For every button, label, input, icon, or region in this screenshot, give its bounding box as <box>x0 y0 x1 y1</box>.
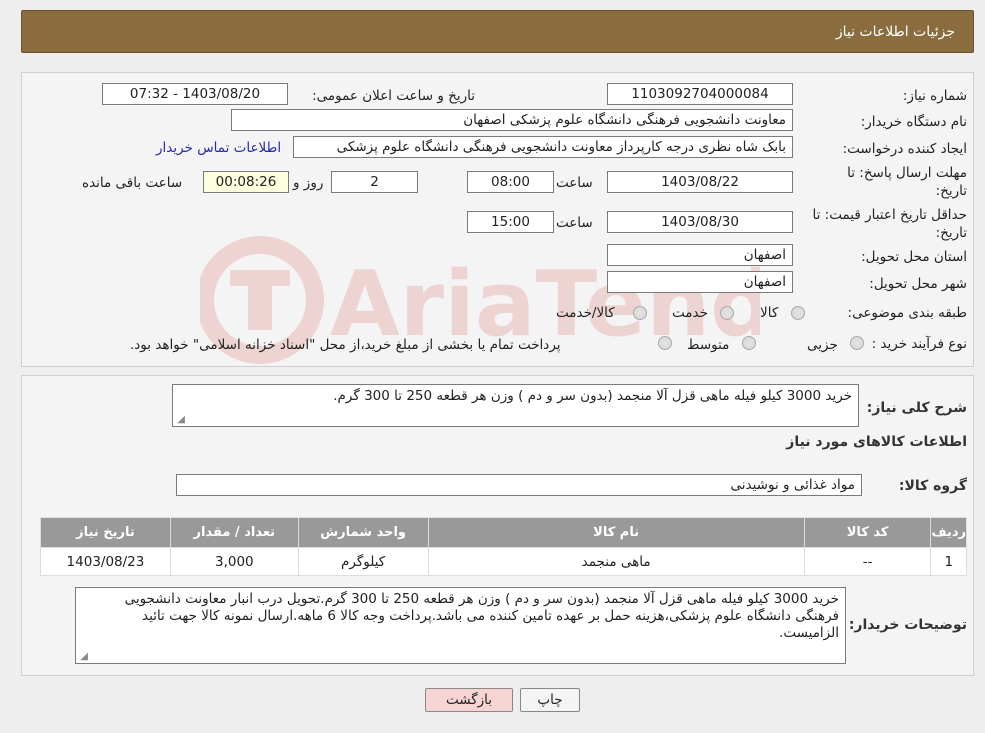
buyer-notes-text: خرید 3000 کیلو فیله ماهی قزل آلا منجمد (… <box>124 591 839 641</box>
cell-goods-name: ماهی منجمد <box>427 547 805 576</box>
days-field[interactable]: 2 <box>331 171 418 193</box>
deadline-date-field[interactable]: 1403/08/22 <box>607 171 793 193</box>
page-title: جزئیات اطلاعات نیاز <box>835 24 955 40</box>
category-option-service: خدمت <box>672 305 708 321</box>
table-header-row: ردیف کد کالا نام کالا واحد شمارش تعداد /… <box>40 517 967 548</box>
col-header-goods-name: نام کالا <box>427 517 805 548</box>
col-header-need-date: تاریخ نیاز <box>40 517 171 548</box>
process-option-minor: جزیی <box>807 337 838 353</box>
cell-row-number: 1 <box>930 547 967 576</box>
print-button[interactable]: چاپ <box>520 688 580 712</box>
cell-goods-code: -- <box>803 547 932 576</box>
deadline-label: مهلت ارسال پاسخ: تا <box>847 165 967 181</box>
validity-label: حداقل تاریخ اعتبار قیمت: تا <box>812 207 967 223</box>
page-header: جزئیات اطلاعات نیاز <box>21 10 974 53</box>
category-label: طبقه بندی موضوعی: <box>847 305 967 321</box>
announce-field[interactable]: 1403/08/20 - 07:32 <box>102 83 288 105</box>
buyer-org-field[interactable]: معاونت دانشجویی فرهنگی دانشگاه علوم پزشک… <box>231 109 793 131</box>
validity-time-field[interactable]: 15:00 <box>467 211 554 233</box>
goods-info-title: اطلاعات کالاهای مورد نیاز <box>786 434 967 450</box>
cell-quantity: 3,000 <box>169 547 299 576</box>
category-radio-goods-service[interactable] <box>633 306 647 320</box>
category-option-goods-service: کالا/خدمت <box>556 305 615 321</box>
cell-need-date: 1403/08/23 <box>40 547 171 576</box>
payment-note: پرداخت تمام یا بخشی از مبلغ خرید،از محل … <box>130 337 561 353</box>
process-radio-medium[interactable] <box>742 336 756 350</box>
cell-unit: کیلوگرم <box>297 547 429 576</box>
requester-label: ایجاد کننده درخواست: <box>842 141 967 157</box>
resize-grip-icon[interactable]: ◢ <box>175 415 185 425</box>
days-label: روز و <box>293 175 324 191</box>
summary-label: شرح کلی نیاز: <box>866 400 967 416</box>
category-radio-goods[interactable] <box>791 306 805 320</box>
summary-textarea[interactable]: خرید 3000 کیلو فیله ماهی قزل آلا منجمد (… <box>172 384 859 427</box>
col-header-goods-code: کد کالا <box>803 517 932 548</box>
payment-checkbox[interactable] <box>658 336 672 350</box>
remaining-label: ساعت باقی مانده <box>82 175 183 191</box>
process-radio-minor[interactable] <box>850 336 864 350</box>
buyer-notes-label: توضیحات خریدار: <box>848 617 967 633</box>
summary-text: خرید 3000 کیلو فیله ماهی قزل آلا منجمد (… <box>333 388 852 404</box>
category-option-goods: کالا <box>760 305 779 321</box>
process-label: نوع فرآیند خرید : <box>871 336 967 352</box>
contact-info-link[interactable]: اطلاعات تماس خریدار <box>156 140 281 156</box>
remaining-time-field[interactable]: 00:08:26 <box>203 171 289 193</box>
city-label: شهر محل تحویل: <box>869 276 967 292</box>
deadline-time-field[interactable]: 08:00 <box>467 171 554 193</box>
goods-group-label: گروه کالا: <box>898 478 967 494</box>
deadline-label-2: تاریخ: <box>935 183 967 199</box>
col-header-unit: واحد شمارش <box>297 517 429 548</box>
validity-date-field[interactable]: 1403/08/30 <box>607 211 793 233</box>
deadline-time-label: ساعت <box>556 175 593 191</box>
goods-table: ردیف کد کالا نام کالا واحد شمارش تعداد /… <box>40 517 967 576</box>
col-header-row-number: ردیف <box>930 517 967 548</box>
category-radio-service[interactable] <box>720 306 734 320</box>
requester-field[interactable]: بابک شاه نظری درجه کارپرداز معاونت دانشج… <box>293 136 793 158</box>
need-number-field[interactable]: 1103092704000084 <box>607 83 793 105</box>
province-label: استان محل تحویل: <box>861 249 967 265</box>
buyer-notes-textarea[interactable]: خرید 3000 کیلو فیله ماهی قزل آلا منجمد (… <box>75 587 846 664</box>
need-number-label: شماره نیاز: <box>902 88 967 104</box>
buyer-org-label: نام دستگاه خریدار: <box>860 114 967 130</box>
goods-group-field[interactable]: مواد غذائی و نوشیدنی <box>176 474 862 496</box>
col-header-quantity: تعداد / مقدار <box>169 517 299 548</box>
validity-time-label: ساعت <box>556 215 593 231</box>
table-row: 1 -- ماهی منجمد کیلوگرم 3,000 1403/08/23 <box>40 547 967 576</box>
announce-label: تاریخ و ساعت اعلان عمومی: <box>312 88 475 104</box>
validity-label-2: تاریخ: <box>935 225 967 241</box>
province-field[interactable]: اصفهان <box>607 244 793 266</box>
back-button[interactable]: بازگشت <box>425 688 513 712</box>
resize-grip-icon[interactable]: ◢ <box>78 652 88 662</box>
process-option-medium: متوسط <box>687 337 730 353</box>
city-field[interactable]: اصفهان <box>607 271 793 293</box>
